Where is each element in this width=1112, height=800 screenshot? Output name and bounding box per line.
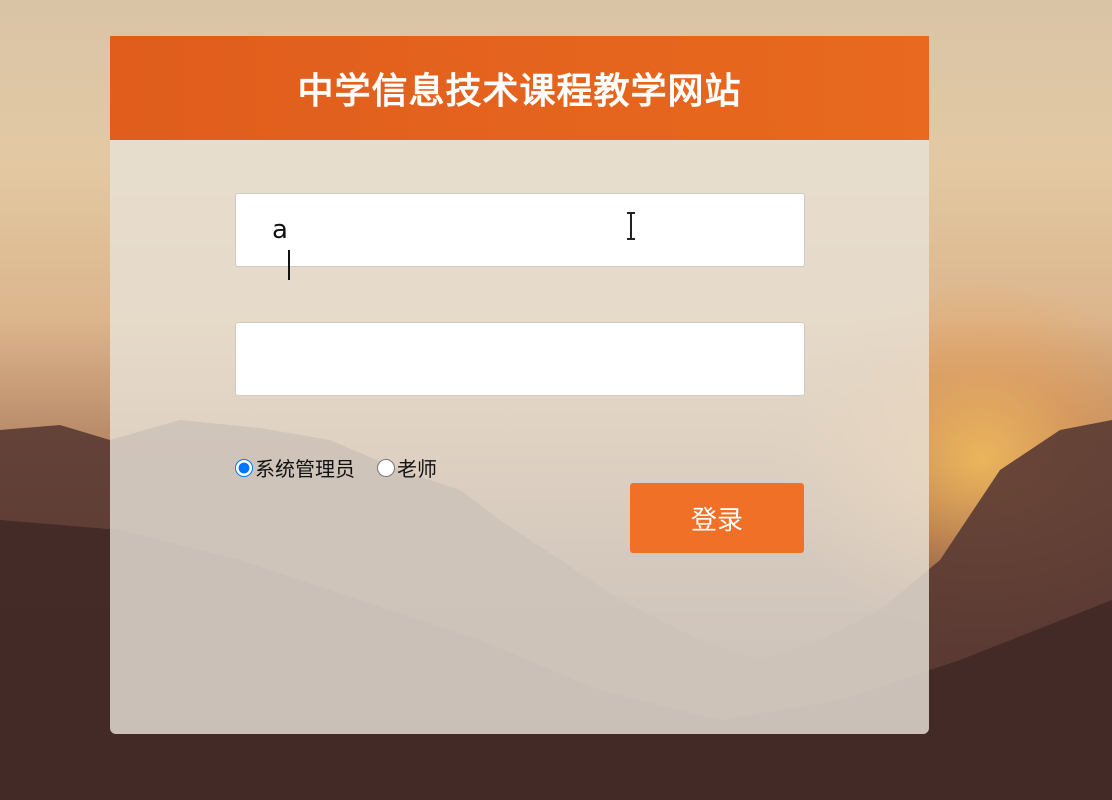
login-button[interactable]: 登录 (630, 483, 804, 553)
text-cursor-ibeam-icon (627, 212, 635, 240)
role-option-admin[interactable]: 系统管理员 (235, 453, 355, 482)
role-selector: 系统管理员 老师 (235, 453, 459, 482)
role-radio-teacher[interactable] (377, 458, 395, 477)
password-input[interactable] (235, 322, 805, 396)
role-label-teacher: 老师 (397, 457, 437, 481)
role-option-teacher[interactable]: 老师 (377, 453, 437, 482)
panel-header: 中学信息技术课程教学网站 (110, 36, 929, 140)
role-radio-admin[interactable] (235, 458, 253, 477)
role-label-admin: 系统管理员 (255, 457, 355, 481)
username-input[interactable] (235, 193, 805, 267)
text-caret (288, 250, 290, 280)
page-title: 中学信息技术课程教学网站 (297, 71, 742, 112)
login-panel: 中学信息技术课程教学网站 系统管理员 老师 登录 (110, 36, 929, 734)
